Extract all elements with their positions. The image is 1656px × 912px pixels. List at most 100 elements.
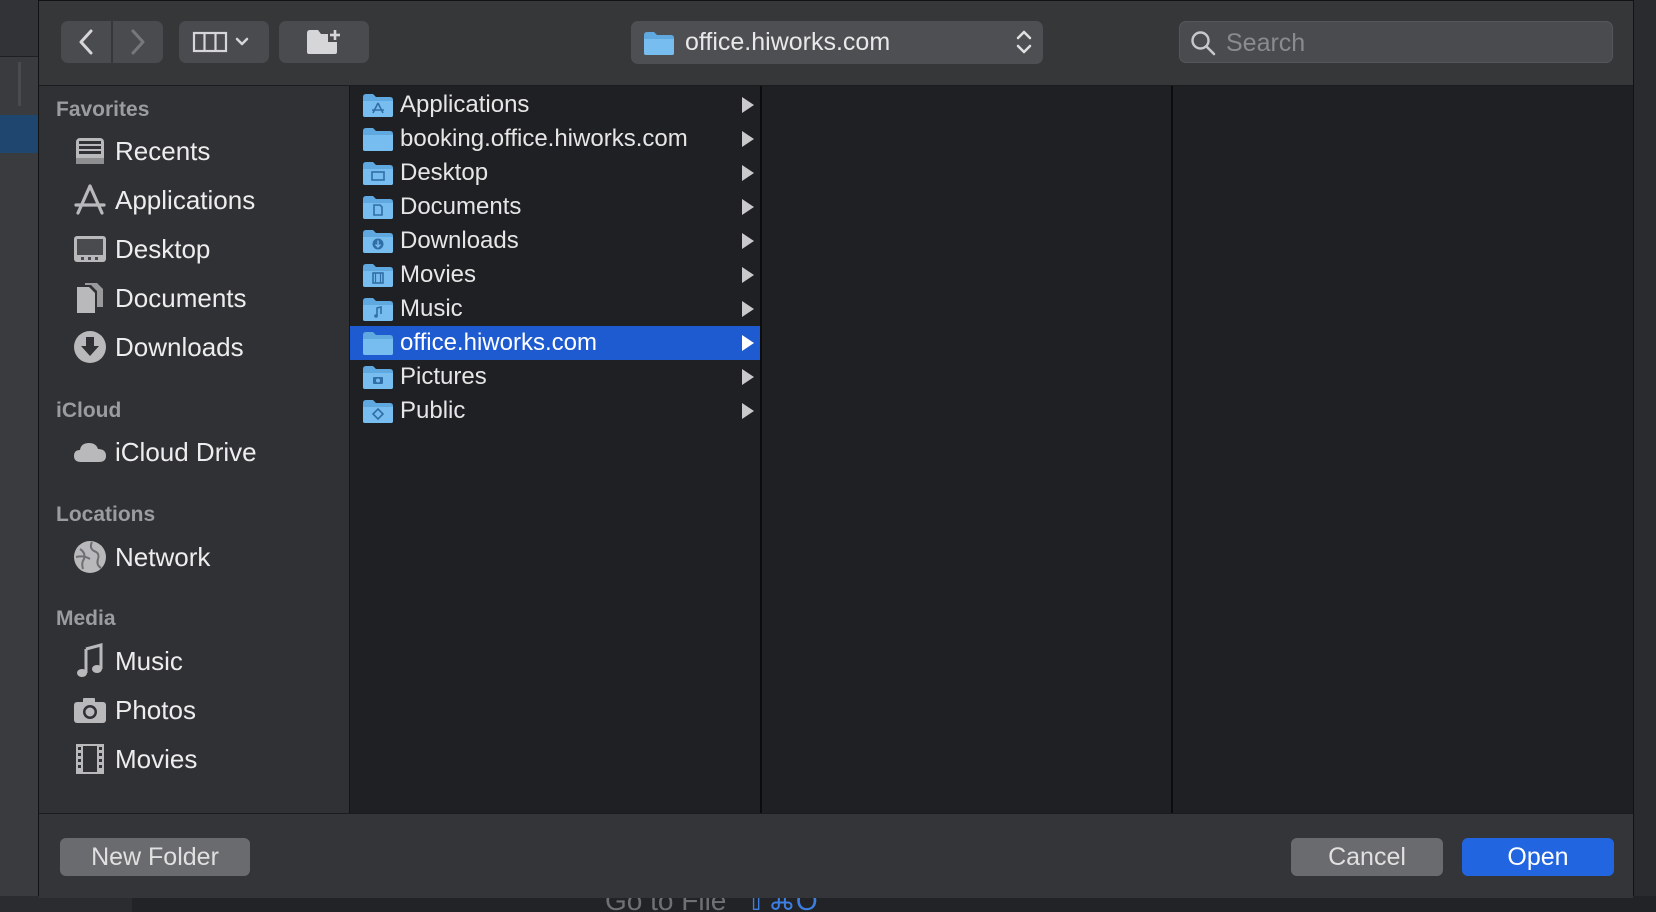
globe-icon: [74, 541, 106, 573]
column-view-icon: [192, 31, 249, 53]
cancel-button[interactable]: Cancel: [1291, 838, 1443, 876]
sidebar-item-icloud-drive[interactable]: iCloud Drive: [71, 430, 257, 474]
sidebar-item-label: Downloads: [115, 331, 244, 362]
sidebar-item-music[interactable]: Music: [71, 639, 183, 683]
sidebar-item-label: Photos: [115, 694, 196, 725]
sidebar-item-downloads[interactable]: Downloads: [71, 325, 244, 369]
file-name: office.hiworks.com: [400, 329, 597, 356]
file-list-row[interactable]: Music: [350, 292, 760, 326]
file-name: Downloads: [400, 227, 519, 254]
folder-icon: [363, 128, 393, 151]
disclosure-arrow-icon: [742, 369, 754, 385]
search-field[interactable]: [1179, 21, 1613, 64]
sidebar-item-recents[interactable]: Recents: [71, 129, 210, 173]
background-toolbar: [0, 0, 38, 57]
back-button[interactable]: [61, 21, 111, 63]
downloads-icon: [74, 331, 106, 363]
file-list-row[interactable]: Desktop: [350, 156, 760, 190]
folder-plus-icon: [307, 28, 342, 54]
sidebar-item-network[interactable]: Network: [71, 535, 210, 579]
folder-icon: [363, 298, 393, 321]
sidebar-item-label: Desktop: [115, 233, 211, 264]
folder-icon: [363, 264, 393, 287]
file-list-row[interactable]: Applications: [350, 88, 760, 122]
background-divider: [18, 62, 21, 106]
background-window-bottom: [0, 896, 1656, 912]
sidebar-section-locations: Locations: [56, 503, 156, 526]
location-popup-label: office.hiworks.com: [685, 28, 891, 56]
folder-icon: [363, 230, 393, 253]
dialog-toolbar: office.hiworks.com: [39, 1, 1633, 86]
forward-button[interactable]: [113, 21, 163, 63]
file-name: Pictures: [400, 363, 487, 390]
folder-icon: [363, 332, 393, 355]
search-input[interactable]: [1224, 22, 1608, 64]
folder-icon: [363, 196, 393, 219]
file-list-row[interactable]: Movies: [350, 258, 760, 292]
sidebar-section-media: Media: [56, 607, 116, 630]
open-file-dialog: office.hiworks.com Favorites Recents: [38, 0, 1634, 898]
sidebar-item-label: Network: [115, 541, 211, 572]
dialog-footer: New Folder Cancel Open: [39, 813, 1633, 898]
music-note-icon: [77, 643, 103, 677]
file-list-row[interactable]: Public: [350, 394, 760, 428]
sidebar-item-label: Applications: [115, 184, 256, 215]
background-editor-area: [132, 896, 1656, 912]
applications-icon: [74, 184, 106, 215]
file-list-row[interactable]: booking.office.hiworks.com: [350, 122, 760, 156]
folder-icon: [363, 94, 393, 117]
file-name: Desktop: [400, 159, 489, 186]
file-list-row[interactable]: Downloads: [350, 224, 760, 258]
sidebar-item-label: Documents: [115, 282, 247, 313]
location-popup[interactable]: office.hiworks.com: [631, 21, 1043, 64]
file-name: Movies: [400, 261, 477, 288]
file-name: Music: [400, 295, 463, 322]
cloud-icon: [74, 443, 106, 462]
file-name: Public: [400, 397, 466, 424]
sidebar-item-desktop[interactable]: Desktop: [71, 227, 210, 271]
recents-icon: [76, 138, 104, 164]
navigation-buttons: [61, 21, 163, 63]
film-icon: [76, 744, 104, 774]
chevron-right-icon: [131, 29, 145, 55]
sidebar-item-label: Music: [115, 645, 183, 676]
popup-stepper-icon: [1016, 30, 1032, 54]
disclosure-arrow-icon: [742, 267, 754, 283]
desktop-icon: [74, 236, 106, 262]
sidebar-item-documents[interactable]: Documents: [71, 276, 247, 320]
browser-column-1: Applications booking.office.hiworks.com De…: [350, 86, 762, 813]
file-name: Applications: [400, 91, 530, 118]
camera-icon: [74, 698, 106, 723]
folder-icon: [363, 400, 393, 423]
browser-column-3: [1173, 86, 1633, 813]
sidebar-item-photos[interactable]: Photos: [71, 688, 196, 732]
documents-icon: [77, 283, 103, 313]
sidebar-item-movies[interactable]: Movies: [71, 737, 197, 781]
file-list-row[interactable]: Pictures: [350, 360, 760, 394]
sidebar-item-label: Recents: [115, 135, 211, 166]
background-selected-row: [0, 115, 38, 153]
background-window-sidebar: [0, 0, 38, 912]
folder-icon: [363, 162, 393, 185]
file-list-row[interactable]: office.hiworks.com: [350, 326, 760, 360]
folder-icon: [363, 366, 393, 389]
sidebar-section-favorites: Favorites: [56, 98, 150, 121]
disclosure-arrow-icon: [742, 233, 754, 249]
file-name: booking.office.hiworks.com: [400, 125, 688, 152]
disclosure-arrow-icon: [742, 301, 754, 317]
new-folder-toolbar-button[interactable]: [279, 21, 369, 63]
disclosure-arrow-icon: [742, 403, 754, 419]
view-mode-button[interactable]: [179, 21, 269, 63]
browser-column-2: [762, 86, 1173, 813]
file-list-row[interactable]: Documents: [350, 190, 760, 224]
open-button[interactable]: Open: [1462, 838, 1614, 876]
sidebar-item-applications[interactable]: Applications: [71, 178, 255, 222]
new-folder-button[interactable]: New Folder: [60, 838, 250, 876]
file-name: Documents: [400, 193, 522, 220]
sidebar-item-label: Movies: [115, 743, 198, 774]
search-icon: [1191, 31, 1216, 56]
sidebar: Favorites Recents Applications Desktop D…: [39, 86, 350, 813]
disclosure-arrow-icon: [742, 199, 754, 215]
disclosure-arrow-icon: [742, 335, 754, 351]
disclosure-arrow-icon: [742, 165, 754, 181]
